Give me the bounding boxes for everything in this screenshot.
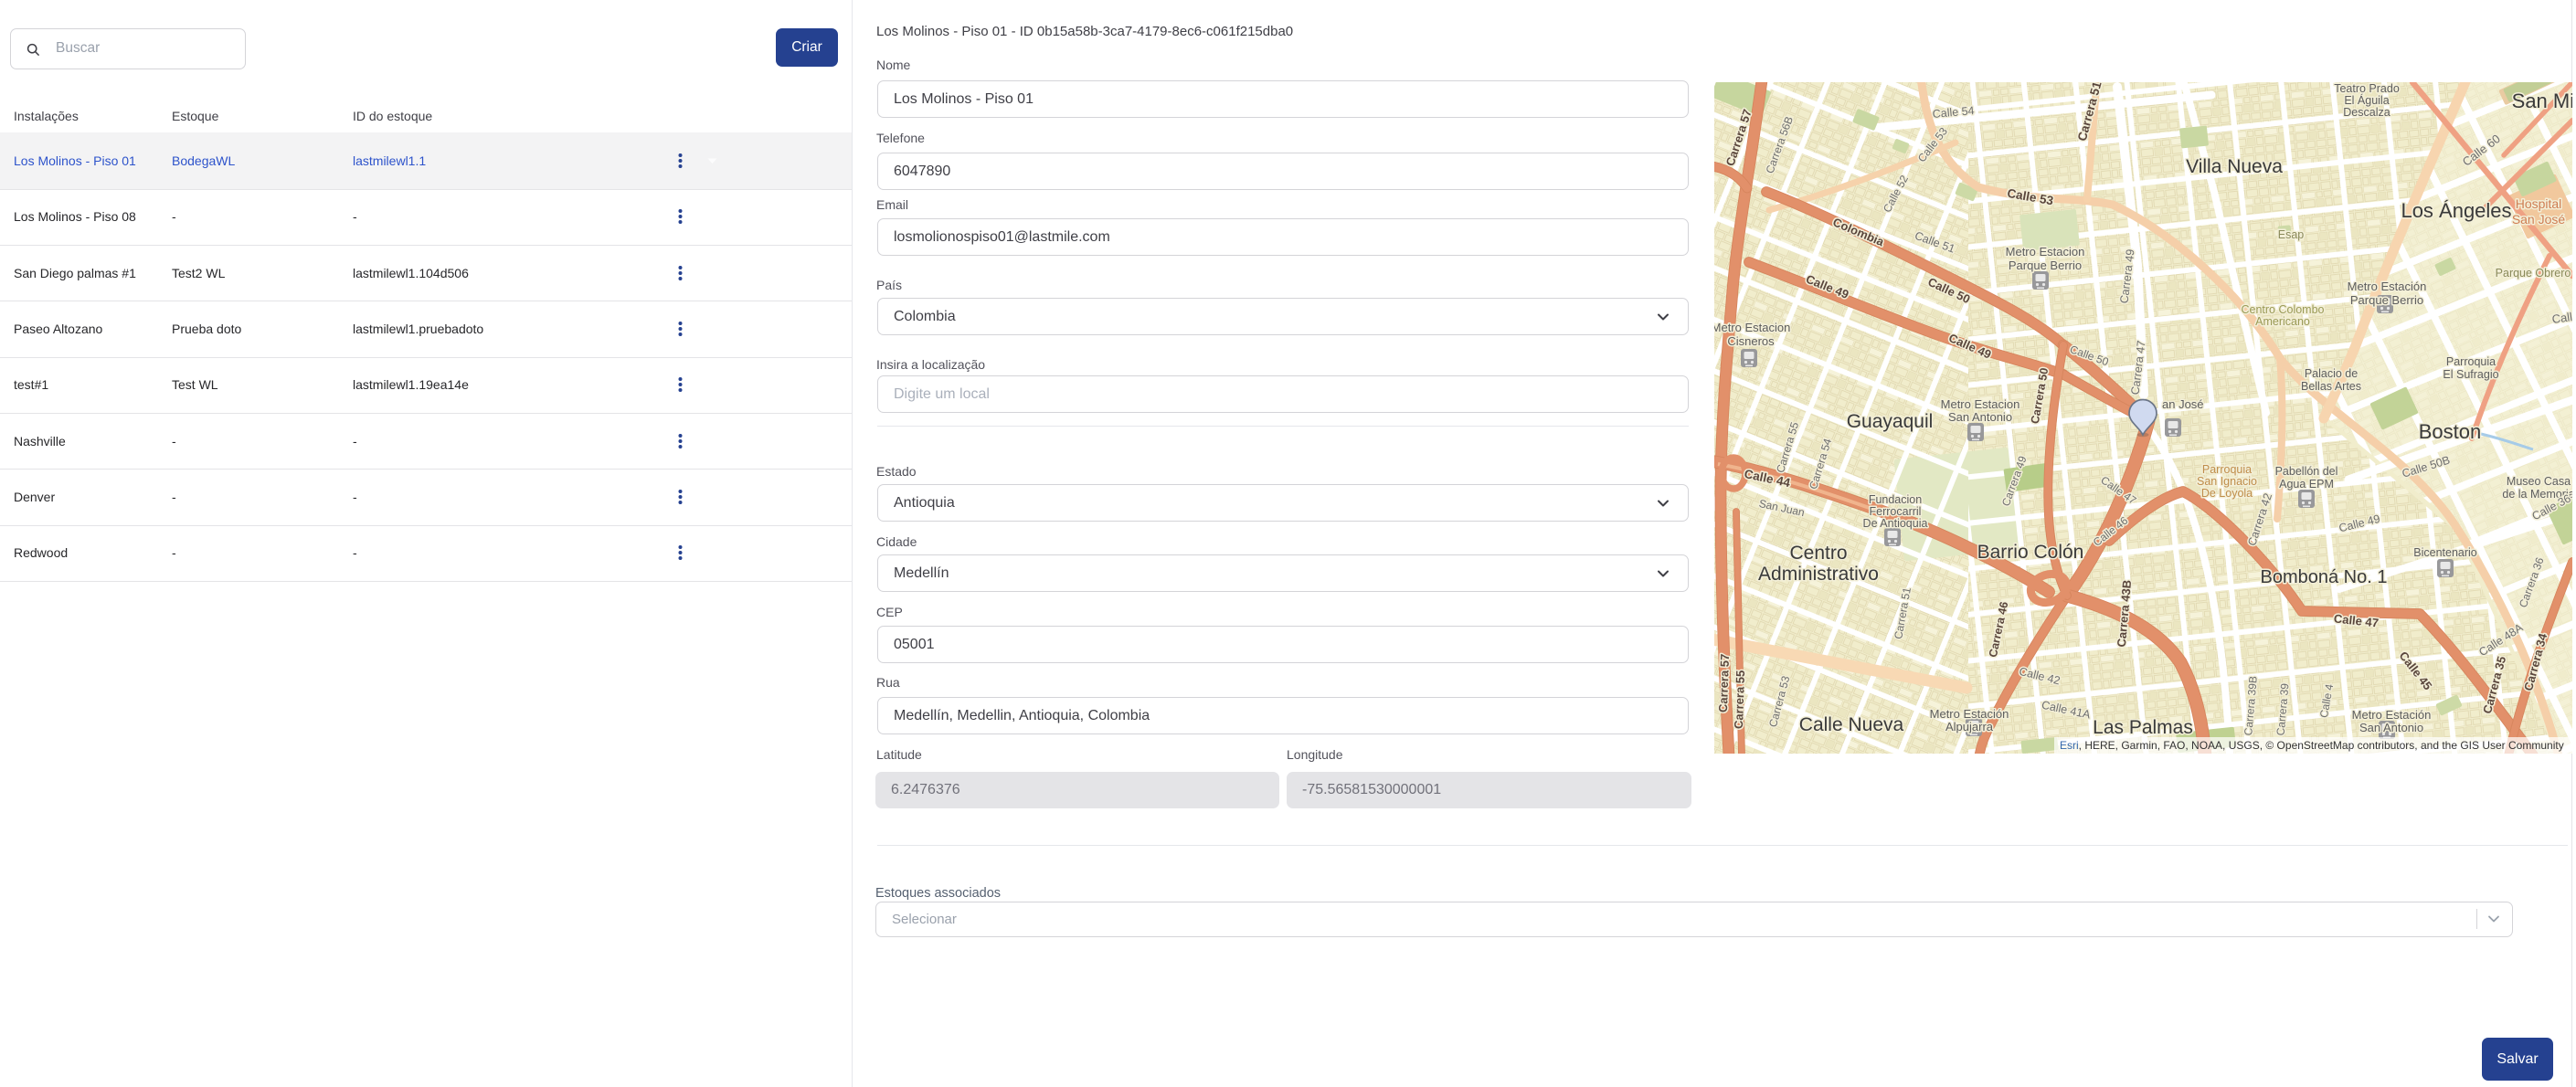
svg-text:Parroquia: Parroquia	[2202, 463, 2252, 476]
svg-text:Parque Berrio: Parque Berrio	[2009, 259, 2082, 272]
svg-text:Guayaquil: Guayaquil	[1847, 411, 1934, 432]
svg-text:Pabellón del: Pabellón del	[2275, 465, 2338, 478]
svg-text:San Ignacio: San Ignacio	[2197, 475, 2257, 488]
svg-text:Parque Berrio: Parque Berrio	[2350, 293, 2423, 307]
svg-text:Parroquia: Parroquia	[2446, 355, 2496, 368]
svg-text:San Mig: San Mig	[2512, 90, 2572, 112]
svg-text:De Antioquia: De Antioquia	[1863, 517, 1928, 530]
svg-text:Hospital: Hospital	[2516, 196, 2562, 211]
svg-text:Teatro Prado: Teatro Prado	[2334, 82, 2400, 95]
svg-text:Los Ángeles: Los Ángeles	[2401, 199, 2511, 222]
svg-text:Fundacion: Fundacion	[1869, 493, 1922, 506]
svg-text:Las Palmas: Las Palmas	[2093, 717, 2193, 738]
svg-text:El Sufragio: El Sufragio	[2443, 368, 2498, 381]
svg-text:Metro Estacion: Metro Estacion	[1714, 321, 1790, 334]
svg-text:Parque Obrero: Parque Obrero	[2496, 267, 2571, 280]
svg-text:Carrera 55: Carrera 55	[1732, 670, 1747, 729]
svg-text:Museo Casa: Museo Casa	[2507, 475, 2571, 488]
svg-text:San Antonio: San Antonio	[1948, 410, 2012, 424]
svg-text:Palacio de: Palacio de	[2305, 367, 2358, 380]
svg-text:Esri, HERE, Garmin, FAO, NOAA,: Esri, HERE, Garmin, FAO, NOAA, USGS, © O…	[2060, 739, 2564, 752]
svg-text:Boston: Boston	[2419, 420, 2482, 443]
svg-text:Carrera 57: Carrera 57	[1716, 653, 1732, 712]
svg-text:Metro Estación: Metro Estación	[2352, 708, 2432, 722]
svg-text:Barrio Colón: Barrio Colón	[1977, 542, 2084, 563]
svg-text:Calle Nueva: Calle Nueva	[1799, 714, 1904, 735]
svg-text:Ferrocarril: Ferrocarril	[1870, 505, 1922, 518]
svg-text:Descalza: Descalza	[2343, 106, 2390, 119]
svg-text:De Loyola: De Loyola	[2201, 487, 2253, 500]
svg-text:San Antonio: San Antonio	[2359, 721, 2423, 734]
svg-text:Centro Colombo: Centro Colombo	[2241, 303, 2324, 316]
svg-text:Bellas Artes: Bellas Artes	[2301, 380, 2361, 393]
svg-text:Alpujarra: Alpujarra	[1945, 720, 1994, 733]
svg-text:Calle: Calle	[2551, 309, 2572, 326]
svg-text:Metro Estacion: Metro Estacion	[2006, 245, 2085, 259]
svg-text:Administrativo: Administrativo	[1758, 564, 1879, 585]
svg-text:Centro: Centro	[1789, 543, 1847, 564]
svg-text:Americano: Americano	[2255, 315, 2310, 328]
svg-text:Villa Nueva: Villa Nueva	[2186, 156, 2283, 177]
svg-text:Bomboná No. 1: Bomboná No. 1	[2261, 567, 2388, 587]
svg-text:Cisneros: Cisneros	[1727, 334, 1775, 348]
svg-text:Metro Estación: Metro Estación	[2348, 280, 2427, 293]
svg-text:Agua EPM: Agua EPM	[2279, 478, 2334, 491]
svg-text:El Águila: El Águila	[2344, 93, 2389, 107]
svg-text:Metro Estación: Metro Estación	[1930, 707, 2009, 721]
svg-text:Metro Estacion: Metro Estacion	[1941, 397, 2020, 411]
svg-text:Bicentenario: Bicentenario	[2413, 546, 2477, 559]
svg-text:Esap: Esap	[2278, 228, 2305, 241]
svg-text:an José: an José	[2162, 397, 2204, 411]
svg-text:San José: San José	[2512, 212, 2566, 227]
